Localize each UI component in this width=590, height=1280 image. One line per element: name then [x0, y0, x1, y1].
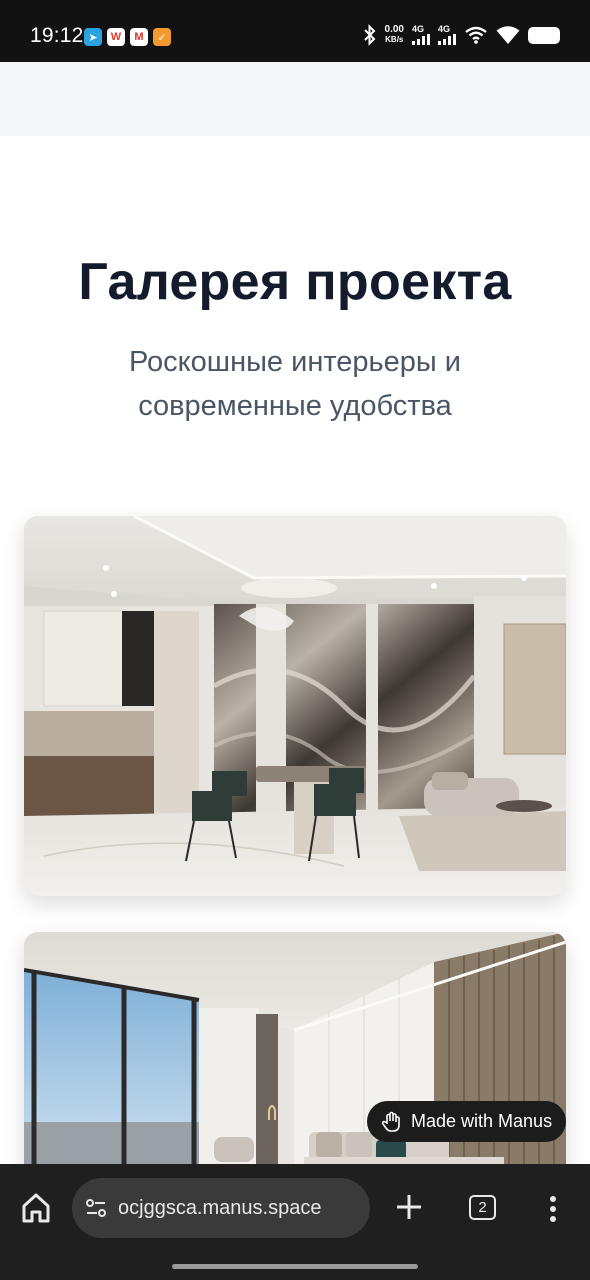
status-bar: 19:12 ➤ W M ✓ 0.00 KB/s 4G 4G: [0, 0, 590, 62]
network-speed: 0.00 KB/s: [385, 25, 404, 45]
made-with-manus-label: Made with Manus: [411, 1111, 553, 1131]
network-speed-unit: KB/s: [385, 35, 404, 44]
tab-switcher-button[interactable]: 2: [469, 1195, 496, 1220]
status-indicators: 0.00 KB/s 4G 4G: [363, 24, 560, 46]
more-menu-icon[interactable]: [548, 1194, 558, 1224]
notification-icons: ➤ W M ✓: [84, 28, 171, 46]
wps-icon: W: [107, 28, 125, 46]
status-time: 19:12: [30, 24, 84, 47]
address-bar[interactable]: ocjggsca.manus.space: [72, 1178, 370, 1238]
wifi-icon: [496, 26, 520, 44]
gallery-card-living-room[interactable]: [24, 516, 566, 896]
sim2-label: 4G: [438, 24, 451, 34]
battery-icon: [528, 26, 560, 44]
page-subtitle: Роскошные интерьеры и современные удобст…: [128, 346, 462, 422]
page-header-band: [0, 62, 590, 136]
page-title: Галерея проекта: [78, 253, 512, 311]
browser-toolbar: ocjggsca.manus.space 2: [0, 1164, 590, 1280]
telegram-icon: ➤: [84, 28, 102, 46]
sim1-label: 4G: [412, 24, 425, 34]
home-icon[interactable]: [18, 1190, 54, 1226]
app-icon: ✓: [153, 28, 171, 46]
sim2-signal-icon: 4G: [438, 25, 456, 45]
made-with-manus-badge[interactable]: Made with Manus: [367, 1101, 566, 1142]
gmail-icon: M: [130, 28, 148, 46]
living-dining-room-image: [24, 516, 566, 896]
gesture-nav-handle[interactable]: [172, 1264, 418, 1269]
sim1-signal-icon: 4G: [412, 25, 430, 45]
manus-hand-icon: [381, 1111, 400, 1132]
bedroom-image: [24, 932, 566, 1192]
network-speed-value: 0.00: [384, 24, 404, 35]
address-bar-url: ocjggsca.manus.space: [118, 1196, 322, 1219]
new-tab-icon[interactable]: [392, 1190, 426, 1224]
bluetooth-icon: [363, 24, 375, 46]
gallery-card-bedroom[interactable]: [24, 932, 566, 1192]
wifi-calling-icon: [465, 26, 487, 44]
site-settings-icon[interactable]: [84, 1196, 108, 1220]
